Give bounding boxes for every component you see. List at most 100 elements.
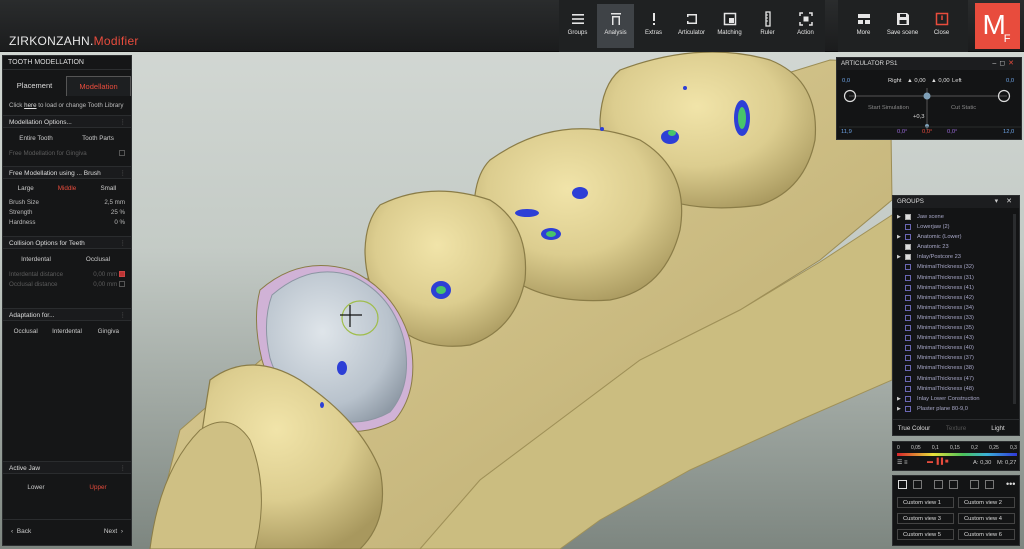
tab-modellation[interactable]: Modellation xyxy=(66,76,131,96)
group-visibility-checkbox[interactable] xyxy=(905,395,911,402)
group-visibility-checkbox[interactable] xyxy=(905,274,911,281)
group-item[interactable]: ▶ Jaw scene xyxy=(893,212,1013,222)
adapt-gingiva-button[interactable]: Gingiva xyxy=(88,328,129,335)
group-visibility-checkbox[interactable] xyxy=(905,304,911,311)
group-visibility-checkbox[interactable] xyxy=(905,355,911,362)
view-front-icon[interactable] xyxy=(913,480,922,489)
groups-scrollbar[interactable] xyxy=(1013,214,1016,404)
section-collision[interactable]: Collision Options for Teeth xyxy=(3,236,131,249)
toolbar-groups-button[interactable]: Groups xyxy=(559,4,596,48)
brush-size-value[interactable]: 2,5 mm xyxy=(104,198,125,208)
group-visibility-checkbox[interactable] xyxy=(905,234,911,241)
section-free-brush[interactable]: Free Modellation using ... Brush xyxy=(3,166,131,179)
toolbar-save-button[interactable]: Save scene xyxy=(884,4,921,48)
collision-interdental-button[interactable]: Interdental xyxy=(5,256,67,263)
tooth-parts-button[interactable]: Tooth Parts xyxy=(67,135,129,142)
occlusal-distance-value[interactable]: 0,00 mm xyxy=(93,281,117,288)
brush-small-button[interactable]: Small xyxy=(88,185,129,192)
group-visibility-checkbox[interactable] xyxy=(905,375,911,382)
group-visibility-checkbox[interactable] xyxy=(905,345,911,352)
more-dots-icon[interactable]: ••• xyxy=(1006,480,1015,489)
brush-size-field[interactable]: Brush Size 2,5 mm xyxy=(3,198,131,208)
expand-triangle-icon[interactable]: ▶ xyxy=(897,252,901,262)
custom-view-6-button[interactable]: Custom view 6 xyxy=(958,529,1015,540)
cut-static-button[interactable]: Cut Static xyxy=(951,105,976,111)
group-item[interactable]: MinimalThickness (47) xyxy=(893,374,1013,384)
group-item[interactable]: MinimalThickness (35) xyxy=(893,323,1013,333)
group-item[interactable]: MinimalThickness (40) xyxy=(893,343,1013,353)
group-item[interactable]: MinimalThickness (42) xyxy=(893,293,1013,303)
toolbar-matching-button[interactable]: Matching xyxy=(711,4,748,48)
group-item[interactable]: MinimalThickness (31) xyxy=(893,273,1013,283)
section-active-jaw[interactable]: Active Jaw xyxy=(3,461,131,474)
group-item[interactable]: MinimalThickness (43) xyxy=(893,333,1013,343)
group-visibility-checkbox[interactable] xyxy=(905,325,911,332)
strength-value[interactable]: 25 % xyxy=(111,208,125,218)
occlusal-checkbox[interactable] xyxy=(119,281,125,288)
true-colour-button[interactable]: True Colour xyxy=(893,425,935,432)
toolbar-extras-button[interactable]: Extras xyxy=(635,4,672,48)
library-link[interactable]: here xyxy=(24,102,36,109)
group-visibility-checkbox[interactable] xyxy=(905,284,911,291)
articulator-left-angle-value[interactable]: 0,00 xyxy=(938,78,949,84)
collision-occlusal-button[interactable]: Occlusal xyxy=(67,256,129,263)
group-item[interactable]: MinimalThickness (37) xyxy=(893,353,1013,363)
articulator-right-angle-value[interactable]: 0,00 xyxy=(914,78,925,84)
adapt-interdental-button[interactable]: Interdental xyxy=(46,328,87,335)
group-visibility-checkbox[interactable] xyxy=(905,224,911,231)
jaw-upper-button[interactable]: Upper xyxy=(67,484,129,491)
group-visibility-checkbox[interactable] xyxy=(905,405,911,412)
group-item[interactable]: ▶ Plaster plane 80-9,0 xyxy=(893,404,1013,414)
view-top-icon[interactable] xyxy=(970,480,979,489)
articulator-center-handle[interactable] xyxy=(923,92,931,100)
expand-triangle-icon[interactable]: ▶ xyxy=(897,232,901,242)
group-visibility-checkbox[interactable] xyxy=(905,335,911,342)
custom-view-1-button[interactable]: Custom view 1 xyxy=(897,497,954,508)
group-item[interactable]: MinimalThickness (41) xyxy=(893,283,1013,293)
group-item[interactable]: ▶ Anatomic (Lower) xyxy=(893,232,1013,242)
group-visibility-checkbox[interactable] xyxy=(905,294,911,301)
custom-view-5-button[interactable]: Custom view 5 xyxy=(897,529,954,540)
close-icon[interactable]: ✕ xyxy=(1006,198,1015,205)
occlusal-distance-field[interactable]: Occlusal distance 0,00 mm xyxy=(3,280,131,290)
toolbar-ruler-button[interactable]: Ruler xyxy=(749,4,786,48)
group-visibility-checkbox[interactable] xyxy=(905,254,911,261)
expand-triangle-icon[interactable]: ▶ xyxy=(897,212,901,222)
texture-button[interactable]: Texture xyxy=(935,425,977,432)
groups-window-controls[interactable]: ▾ ✕ xyxy=(995,197,1015,205)
section-adaptation[interactable]: Adaptation for... xyxy=(3,308,131,321)
group-item[interactable]: MinimalThickness (48) xyxy=(893,384,1013,394)
custom-view-3-button[interactable]: Custom view 3 xyxy=(897,513,954,524)
entire-tooth-button[interactable]: Entire Tooth xyxy=(5,135,67,142)
back-button[interactable]: ‹ Back xyxy=(11,528,31,535)
group-visibility-checkbox[interactable] xyxy=(905,385,911,392)
brush-middle-button[interactable]: Middle xyxy=(46,185,87,192)
tab-placement[interactable]: Placement xyxy=(3,76,66,96)
hardness-value[interactable]: 0 % xyxy=(114,218,125,228)
scale-color-icons[interactable]: ▬ ▐▐ ■ xyxy=(927,459,948,465)
toolbar-action-button[interactable]: Action xyxy=(787,4,824,48)
group-item[interactable]: MinimalThickness (32) xyxy=(893,262,1013,272)
expand-triangle-icon[interactable]: ▶ xyxy=(897,394,901,404)
group-visibility-checkbox[interactable] xyxy=(905,264,911,271)
view-bottom-icon[interactable] xyxy=(985,480,994,489)
toolbar-articulator-button[interactable]: Articulator xyxy=(673,4,710,48)
expand-triangle-icon[interactable]: ▶ xyxy=(897,404,901,414)
view-right-icon[interactable] xyxy=(949,480,958,489)
strength-field[interactable]: Strength 25 % xyxy=(3,208,131,218)
hardness-field[interactable]: Hardness 0 % xyxy=(3,218,131,228)
custom-view-2-button[interactable]: Custom view 2 xyxy=(958,497,1015,508)
group-item[interactable]: ▶ Inlay/Postcore 23 xyxy=(893,252,1013,262)
scale-mode-icons[interactable]: ☰ ≡ xyxy=(897,459,908,466)
interdental-checkbox[interactable] xyxy=(119,271,125,278)
group-visibility-checkbox[interactable] xyxy=(905,365,911,372)
next-button[interactable]: Next › xyxy=(104,528,123,535)
group-item[interactable]: MinimalThickness (34) xyxy=(893,303,1013,313)
view-left-icon[interactable] xyxy=(934,480,943,489)
group-visibility-checkbox[interactable] xyxy=(905,244,911,251)
view-single-icon[interactable] xyxy=(898,480,907,489)
group-item[interactable]: MinimalThickness (38) xyxy=(893,363,1013,373)
group-item[interactable]: ▶ Inlay Lower Construction xyxy=(893,394,1013,404)
toolbar-close-button[interactable]: Close xyxy=(923,4,960,48)
toolbar-analysis-button[interactable]: Analysis xyxy=(597,4,634,48)
